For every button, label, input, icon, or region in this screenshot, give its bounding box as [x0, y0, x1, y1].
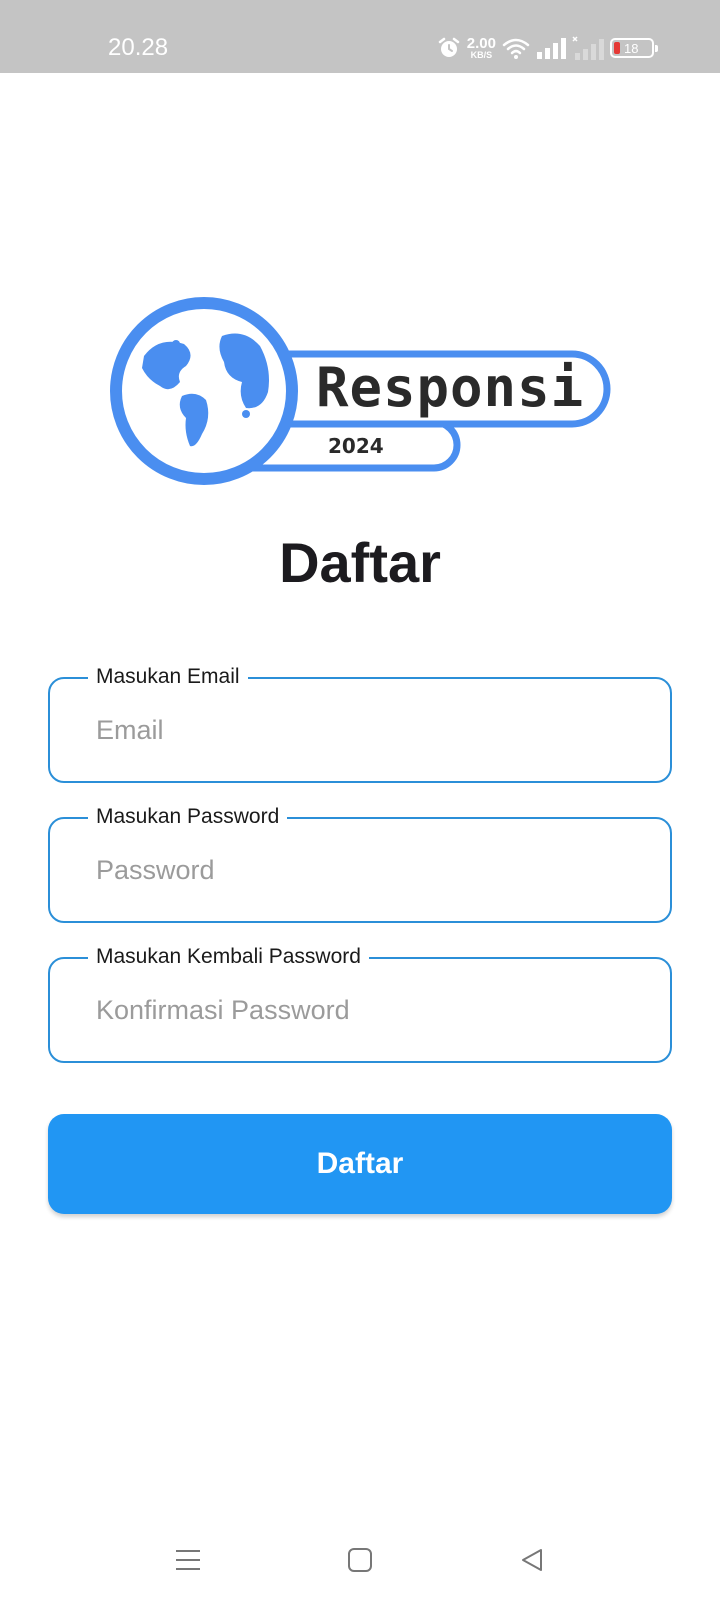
- net-speed-value: 2.00: [466, 35, 496, 52]
- register-button[interactable]: Daftar: [48, 1114, 672, 1214]
- password-field-container: Masukan Password: [48, 804, 672, 923]
- signal-off-icon: [572, 36, 604, 60]
- system-nav-bar: [0, 1520, 720, 1590]
- alarm-icon: [437, 36, 461, 60]
- status-bar: 20.28 2.00 KB/S 18: [0, 0, 720, 73]
- signal-icon: [536, 37, 566, 59]
- back-icon[interactable]: [512, 1540, 552, 1580]
- email-input[interactable]: [96, 705, 636, 755]
- logo-year: 2024: [328, 434, 384, 458]
- net-speed: 2.00 KB/S: [467, 36, 496, 60]
- menu-icon[interactable]: [168, 1540, 208, 1580]
- status-icons: 2.00 KB/S 18: [437, 34, 658, 62]
- email-field-container: Masukan Email: [48, 664, 672, 783]
- battery-level: 18: [624, 41, 639, 56]
- password-field-label: Masukan Password: [88, 804, 288, 830]
- battery-icon: 18: [610, 38, 658, 58]
- page-title: Daftar: [279, 531, 441, 594]
- confirm-password-input[interactable]: [96, 985, 636, 1035]
- confirm-password-field-container: Masukan Kembali Password: [48, 944, 672, 1063]
- confirm-password-field-label: Masukan Kembali Password: [88, 944, 369, 970]
- net-speed-unit: KB/S: [470, 50, 493, 60]
- wifi-icon: [502, 36, 530, 60]
- home-icon[interactable]: [340, 1540, 380, 1580]
- email-field-label: Masukan Email: [88, 664, 248, 690]
- password-input[interactable]: [96, 845, 636, 895]
- app-logo: Responsi 2024: [104, 296, 614, 496]
- logo-text: Responsi: [316, 356, 585, 419]
- status-time: 20.28: [108, 34, 169, 61]
